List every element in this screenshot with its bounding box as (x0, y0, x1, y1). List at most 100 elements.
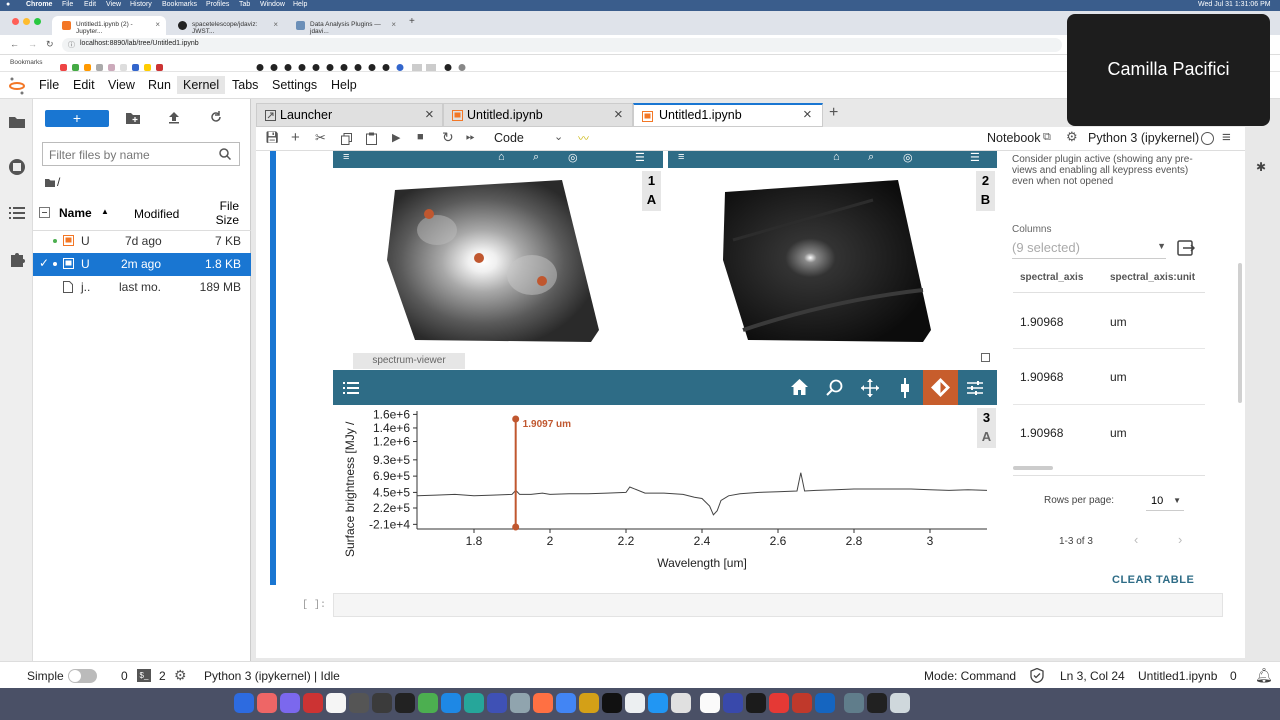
back-icon[interactable]: ← (10, 39, 19, 49)
new-tab-icon[interactable]: + (409, 16, 415, 27)
menu-run[interactable]: Run (148, 78, 171, 92)
settings-icon[interactable]: ◎ (903, 151, 913, 164)
check-icon[interactable]: ✓ (39, 256, 49, 270)
mac-menu-9[interactable]: Help (293, 1, 307, 8)
browser-tab-2[interactable]: Data Analysis Plugins — jdavi... × (286, 16, 402, 35)
chart-extension-icon[interactable]: 〰 (578, 130, 589, 146)
options-icon[interactable]: ☰ (970, 151, 980, 164)
column-header[interactable]: spectral_axis (1020, 272, 1083, 283)
dock-app-icon[interactable] (533, 693, 553, 713)
chevron-left-icon[interactable]: ‹ (1134, 532, 1138, 547)
zoom-icon[interactable]: ⌕ (868, 151, 874, 164)
maximize-icon[interactable] (981, 353, 990, 362)
menu-kernel[interactable]: Kernel (177, 76, 226, 94)
table-of-contents-icon[interactable] (9, 206, 25, 220)
refresh-icon[interactable] (210, 111, 222, 123)
dock-app-icon[interactable] (579, 693, 599, 713)
cut-icon[interactable]: ✂ (315, 130, 326, 146)
kernel-name[interactable]: Python 3 (ipykernel) (1088, 131, 1199, 145)
tune-icon[interactable] (967, 380, 983, 396)
menu-tabs[interactable]: Tabs (232, 78, 258, 92)
clear-table-button[interactable]: CLEAR TABLE (1112, 574, 1194, 586)
doc-tab-untitled1[interactable]: Untitled1.ipynb × (633, 103, 823, 127)
dock-app-icon[interactable] (487, 693, 507, 713)
url-field[interactable]: ⓘ localhost:8890/lab/tree/Untitled1.ipyn… (62, 38, 1062, 52)
mac-menu-6[interactable]: Profiles (206, 1, 229, 8)
select-all-checkbox[interactable] (39, 207, 50, 218)
mac-menu-1[interactable]: File (62, 1, 73, 8)
viewer-title-tab[interactable]: spectrum-viewer (353, 353, 465, 369)
layers-icon[interactable]: ≡ (678, 151, 684, 163)
cell-type-select[interactable]: Code (494, 131, 524, 145)
dock-app-icon[interactable] (844, 693, 864, 713)
pan-icon[interactable] (861, 379, 879, 397)
browser-tab-1[interactable]: spacetelescope/jdaviz: JWST... × (168, 16, 284, 35)
home-icon[interactable]: ⌂ (833, 151, 840, 163)
layers-icon[interactable] (343, 381, 359, 395)
add-tab-icon[interactable]: + (829, 104, 838, 122)
file-row-1[interactable]: ✓ U 2m ago 1.8 KB (33, 253, 251, 276)
spectral-extraction-button[interactable] (923, 370, 958, 405)
mac-menu-3[interactable]: View (106, 1, 121, 8)
spectrum-chart[interactable]: Surface brightness [MJy / Wavelength [um… (333, 407, 997, 583)
close-icon[interactable]: × (803, 106, 812, 123)
fast-forward-icon[interactable]: ⏩︎ (466, 131, 475, 144)
columns-select[interactable]: (9 selected) ▼ (1012, 239, 1166, 259)
zoom-icon[interactable]: ⌕ (533, 151, 539, 164)
dock-app-icon[interactable] (769, 693, 789, 713)
dock-app-icon[interactable] (602, 693, 622, 713)
filter-files-input[interactable]: Filter files by name (42, 142, 240, 166)
window-minimize-icon[interactable] (23, 18, 30, 25)
folder-icon[interactable] (45, 178, 55, 187)
spectrum-line-0[interactable] (416, 472, 988, 516)
search-icon[interactable] (219, 148, 231, 160)
terminal-icon[interactable]: $_ (137, 669, 151, 682)
dock-app-icon[interactable] (792, 693, 812, 713)
menu-file[interactable]: File (39, 78, 59, 92)
dock-app-icon[interactable] (890, 693, 910, 713)
mac-menu-2[interactable]: Edit (84, 1, 96, 8)
extensions-icon[interactable] (9, 251, 25, 267)
dock-app-icon[interactable] (723, 693, 743, 713)
open-external-icon[interactable]: ⧉ (1043, 131, 1051, 144)
folder-icon[interactable] (9, 115, 25, 128)
close-icon[interactable]: × (273, 20, 278, 29)
kernel-icon[interactable]: ⚙ (174, 667, 187, 684)
paste-icon[interactable] (366, 132, 377, 145)
restart-icon[interactable]: ↻ (442, 129, 454, 146)
slice-marker-top[interactable] (512, 415, 520, 423)
cursor-position[interactable]: Ln 3, Col 24 (1060, 669, 1125, 683)
gear-icon[interactable]: ⚙ (1066, 129, 1078, 145)
bell-icon[interactable]: 🔔︎ (1255, 667, 1273, 684)
table-row[interactable]: 1.90968 um (1013, 293, 1205, 349)
kernel-status[interactable]: Python 3 (ipykernel) | Idle (204, 669, 340, 683)
dock-app-icon[interactable] (648, 693, 668, 713)
apple-icon[interactable]: ● (6, 1, 10, 8)
mac-menu-0[interactable]: Chrome (26, 1, 52, 8)
close-icon[interactable]: × (155, 20, 160, 29)
menu-edit[interactable]: Edit (73, 78, 95, 92)
save-icon[interactable]: 💾︎ (265, 131, 279, 144)
marker-icon[interactable] (537, 276, 547, 286)
dock-app-icon[interactable] (700, 693, 720, 713)
dock-app-icon[interactable] (372, 693, 392, 713)
marker-icon[interactable] (474, 253, 484, 263)
table-row[interactable]: 1.90968 um (1013, 405, 1205, 461)
layers-icon[interactable]: ≡ (343, 151, 349, 163)
sort-asc-icon[interactable]: ▲ (101, 207, 109, 216)
shield-icon[interactable] (1030, 668, 1044, 683)
size-column-header[interactable]: File Size (211, 199, 239, 227)
name-column-header[interactable]: Name (59, 206, 92, 220)
dock-app-icon[interactable] (556, 693, 576, 713)
doc-tab-untitled[interactable]: Untitled.ipynb × (443, 103, 633, 127)
copy-icon[interactable] (341, 133, 352, 145)
empty-code-cell[interactable] (333, 593, 1223, 617)
dock-app-icon[interactable] (441, 693, 461, 713)
menu-view[interactable]: View (108, 78, 135, 92)
info-icon[interactable]: ⓘ (68, 40, 75, 50)
dock-app-icon[interactable] (510, 693, 530, 713)
slice-marker-bottom[interactable] (512, 523, 520, 531)
mode-indicator[interactable]: Mode: Command (924, 669, 1016, 683)
insert-cell-icon[interactable]: + (291, 129, 300, 146)
dock-app-icon[interactable] (257, 693, 277, 713)
